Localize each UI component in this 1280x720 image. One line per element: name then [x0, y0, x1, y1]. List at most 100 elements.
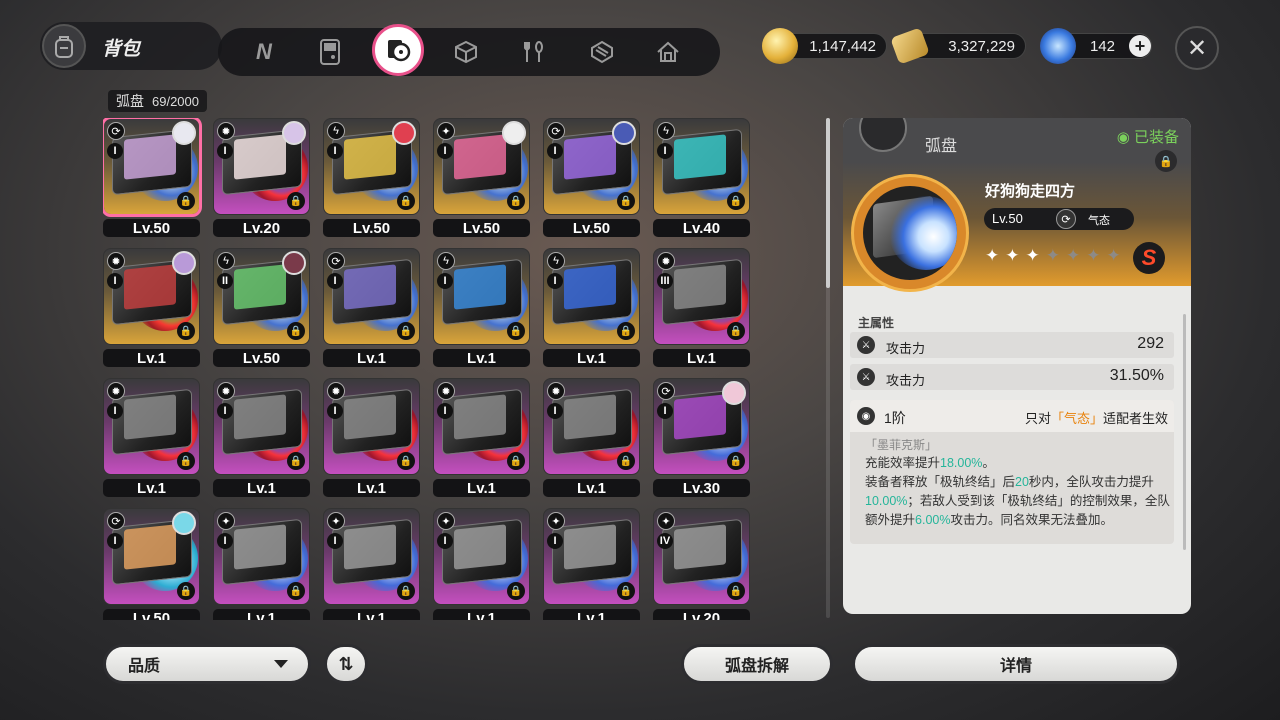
slot-badge: I — [217, 533, 233, 549]
disc-card[interactable]: ✹ I 🔒 — [543, 378, 640, 475]
attribute-icon: ϟ — [327, 122, 345, 140]
slot-badge: I — [437, 143, 453, 159]
disc-card[interactable]: ϟ II 🔒 — [213, 248, 310, 345]
star-filled-icon: ✦ — [1005, 246, 1020, 265]
character-avatar — [502, 121, 526, 145]
lock-icon: 🔒 — [507, 582, 525, 600]
lock-icon: 🔒 — [507, 452, 525, 470]
lock-toggle[interactable]: 🔒 — [1155, 150, 1177, 172]
detail-scrollbar[interactable] — [1183, 314, 1186, 550]
disc-card[interactable]: ϟ I 🔒 — [653, 118, 750, 215]
disc-card[interactable]: ✹ I 🔒 — [103, 378, 200, 475]
tier-icon: ◉ — [857, 407, 875, 425]
attribute-icon: ⟳ — [657, 382, 675, 400]
disc-card[interactable]: ✦ I 🔒 — [543, 508, 640, 605]
disc-cover-art — [124, 134, 176, 180]
disc-card[interactable]: ✦ IV 🔒 — [653, 508, 750, 605]
disc-level-label: Lv.40 — [653, 219, 750, 237]
disc-card[interactable]: ✹ III 🔒 — [653, 248, 750, 345]
disc-cover-art — [124, 394, 176, 440]
equipped-badge: ◉ 已装备 — [1116, 129, 1179, 146]
disc-card[interactable]: ⟳ I 🔒 — [543, 118, 640, 215]
lock-icon: 🔒 — [287, 582, 305, 600]
scrollbar-thumb[interactable] — [826, 118, 830, 288]
disc-card[interactable]: ✦ I 🔒 — [323, 508, 420, 605]
lock-icon: 🔒 — [287, 192, 305, 210]
disc-cover-art — [564, 134, 616, 180]
character-avatar — [612, 121, 636, 145]
disc-card[interactable]: ϟ I 🔒 — [433, 248, 530, 345]
tab-home[interactable] — [648, 32, 688, 72]
disc-card[interactable]: ✦ I 🔒 — [213, 508, 310, 605]
details-button[interactable]: 详情 — [852, 644, 1180, 684]
quality-filter-dropdown[interactable]: 品质 — [103, 644, 311, 684]
n-logo-icon: N — [256, 39, 272, 64]
restriction-text: 只对「气态」适配者生效 — [1024, 411, 1168, 426]
lock-icon: 🔒 — [617, 452, 635, 470]
disc-level-label: Lv.50 — [323, 219, 420, 237]
tab-gameboy[interactable] — [310, 32, 350, 72]
disc-level-badge: Lv.50 ⟳ 气态 — [984, 208, 1134, 230]
tab-disc[interactable] — [372, 24, 424, 76]
sort-toggle-button[interactable]: ⇅ — [324, 644, 368, 684]
lock-icon: 🔒 — [397, 322, 415, 340]
tab-box[interactable] — [582, 32, 622, 72]
disc-cover-art — [234, 524, 286, 570]
disc-cover-art — [674, 524, 726, 570]
tab-cube[interactable] — [446, 32, 486, 72]
handheld-console-icon — [320, 39, 340, 65]
star-filled-icon: ✦ — [985, 246, 1000, 265]
grid-scrollbar[interactable] — [826, 118, 830, 618]
disc-card[interactable]: ⟳ I 🔒 — [103, 118, 202, 217]
disc-card[interactable]: ⟳ I 🔒 — [103, 508, 200, 605]
disc-card[interactable]: ✹ I 🔒 — [213, 118, 310, 215]
home-icon — [657, 41, 679, 62]
disc-card[interactable]: ✹ I 🔒 — [323, 378, 420, 475]
disc-level-label: Lv.1 — [543, 349, 640, 367]
disc-card[interactable]: ϟ I 🔒 — [543, 248, 640, 345]
disc-level-label: Lv.1 — [323, 479, 420, 497]
package-icon — [591, 40, 613, 64]
attribute-icon: ⟳ — [107, 512, 125, 530]
lock-icon: 🔒 — [177, 582, 195, 600]
category-tabs: N — [218, 24, 720, 76]
attribute-icon: ✦ — [217, 512, 235, 530]
character-avatar — [172, 511, 196, 535]
star-empty-icon: ✦ — [1045, 246, 1060, 265]
character-avatar — [172, 121, 196, 145]
plus-icon: + — [1134, 35, 1146, 56]
lock-icon: 🔒 — [397, 582, 415, 600]
disc-card[interactable]: ✹ I 🔒 — [433, 378, 530, 475]
disc-level-label: Lv.1 — [323, 349, 420, 367]
dismantle-button[interactable]: 弧盘拆解 — [681, 644, 833, 684]
attribute-icon: ⟳ — [327, 252, 345, 270]
attribute-icon: ✹ — [437, 382, 455, 400]
stat-row: ⚔ 攻击力 292 — [850, 332, 1174, 358]
lock-icon: 🔒 — [1159, 155, 1173, 168]
disc-card[interactable]: ϟ I 🔒 — [323, 118, 420, 215]
tab-food[interactable] — [514, 32, 554, 72]
disc-icon — [388, 40, 411, 62]
disc-card[interactable]: ✦ I 🔒 — [433, 118, 530, 215]
slot-badge: I — [327, 533, 343, 549]
attribute-icon: ⟳ — [107, 122, 125, 140]
close-button[interactable]: ✕ — [1175, 26, 1219, 70]
disc-cover-art — [344, 524, 396, 570]
lock-icon: 🔒 — [397, 192, 415, 210]
disc-card[interactable]: ✦ I 🔒 — [433, 508, 530, 605]
disc-cover-art — [344, 394, 396, 440]
detail-panel: 弧盘 ◉ 已装备 🔒 好狗狗走四方 Lv.50 ⟳ 气态 ✦ ✦ ✦ ✦ ✦ ✦ ✦ S 主… — [843, 118, 1191, 614]
tab-n-logo[interactable]: N — [244, 32, 284, 72]
disc-card[interactable]: ✹ I 🔒 — [213, 378, 310, 475]
disc-level-label: Lv.50 — [103, 219, 200, 237]
chevron-down-icon — [274, 660, 288, 668]
disc-card[interactable]: ✹ I 🔒 — [103, 248, 200, 345]
gold-coin-icon — [762, 28, 798, 64]
character-avatar — [282, 121, 306, 145]
disc-cover-art — [674, 264, 726, 310]
disc-level-label: Lv.50 — [543, 219, 640, 237]
add-energy-button[interactable]: + — [1129, 35, 1151, 57]
disc-card[interactable]: ⟳ I 🔒 — [323, 248, 420, 345]
disc-card[interactable]: ⟳ I 🔒 — [653, 378, 750, 475]
attribute-icon: ϟ — [547, 252, 565, 270]
